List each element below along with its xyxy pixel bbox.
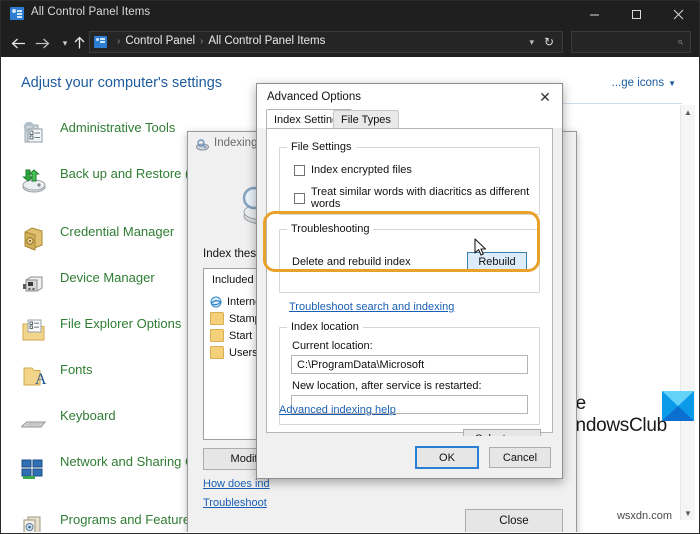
svg-text:A: A bbox=[35, 371, 47, 388]
scroll-down-arrow[interactable]: ▼ bbox=[681, 506, 695, 520]
ok-button[interactable]: OK bbox=[415, 446, 479, 469]
troubleshooting-legend: Troubleshooting bbox=[287, 223, 374, 235]
advanced-indexing-help-link[interactable]: Advanced indexing help bbox=[279, 404, 396, 416]
current-location-label: Current location: bbox=[292, 340, 373, 352]
how-does-indexing-link[interactable]: How does ind bbox=[203, 478, 270, 490]
checkbox-treat-similar-words[interactable]: Treat similar words with diacritics as d… bbox=[294, 186, 539, 210]
checkbox-label: Treat similar words with diacritics as d… bbox=[311, 186, 530, 210]
fonts-icon: A bbox=[20, 363, 50, 391]
checkbox-box-icon[interactable] bbox=[294, 164, 305, 176]
tabstrip: Index Settings File Types bbox=[257, 109, 562, 128]
search-icon: ⌕ bbox=[676, 36, 683, 48]
vertical-scrollbar[interactable]: ▲ ▼ bbox=[680, 105, 695, 520]
windowsclub-logo bbox=[662, 391, 694, 421]
window-title: All Control Panel Items bbox=[31, 6, 151, 18]
programs-features-icon bbox=[20, 513, 50, 532]
breadcrumb-item-0[interactable]: Control Panel bbox=[125, 35, 195, 47]
dialog-title: Advanced Options bbox=[267, 91, 361, 103]
folder-icon bbox=[210, 329, 224, 342]
breadcrumb-chevron-down-icon[interactable]: ▾ bbox=[529, 37, 534, 48]
index-location-legend: Index location bbox=[287, 321, 363, 333]
delete-rebuild-index-label: Delete and rebuild index bbox=[292, 256, 411, 268]
breadcrumb-control-panel-icon bbox=[94, 36, 107, 48]
breadcrumb-sep: › bbox=[117, 36, 121, 47]
caret-down-icon: ▼ bbox=[668, 79, 676, 88]
dialog-footer: OK Cancel bbox=[257, 436, 562, 478]
footer-watermark: wsxdn.com bbox=[616, 510, 672, 522]
breadcrumb: › Control Panel › All Control Panel Items bbox=[112, 35, 325, 47]
new-location-label: New location, after service is restarted… bbox=[292, 380, 482, 392]
network-sharing-icon bbox=[20, 455, 50, 483]
checkbox-label: Index encrypted files bbox=[311, 164, 412, 176]
scroll-up-arrow[interactable]: ▲ bbox=[681, 105, 695, 119]
up-arrow-icon[interactable] bbox=[71, 35, 87, 51]
device-manager-icon bbox=[20, 271, 50, 299]
minimize-icon[interactable] bbox=[573, 1, 615, 27]
index-settings-panel: File Settings Index encrypted files Trea… bbox=[266, 128, 553, 449]
control-panel-icon bbox=[10, 7, 24, 20]
indexing-window-title: Indexing bbox=[214, 137, 258, 149]
view-by-selector[interactable]: ...ge icons ▼ bbox=[612, 77, 676, 89]
backup-restore-icon bbox=[20, 167, 50, 195]
cancel-button[interactable]: Cancel bbox=[489, 447, 551, 468]
current-location-input[interactable]: C:\ProgramData\Microsoft bbox=[291, 355, 528, 374]
internet-explorer-icon bbox=[210, 296, 222, 308]
search-input[interactable]: ⌕ bbox=[571, 31, 691, 53]
advanced-options-titlebar: Advanced Options ✕ bbox=[257, 84, 562, 110]
checkbox-box-icon[interactable] bbox=[294, 192, 305, 204]
close-icon[interactable]: ✕ bbox=[528, 84, 562, 110]
window-titlebar: All Control Panel Items bbox=[1, 1, 699, 27]
folder-icon bbox=[210, 346, 224, 359]
refresh-icon[interactable]: ↻ bbox=[544, 35, 554, 49]
file-settings-legend: File Settings bbox=[287, 141, 356, 153]
indexing-options-icon bbox=[196, 138, 209, 151]
close-icon[interactable] bbox=[657, 1, 699, 27]
breadcrumb-bar[interactable]: › Control Panel › All Control Panel Items ▾… bbox=[89, 31, 563, 53]
tab-file-types[interactable]: File Types bbox=[333, 110, 399, 128]
troubleshoot-link[interactable]: Troubleshoot bbox=[203, 497, 267, 509]
keyboard-icon bbox=[20, 409, 50, 437]
close-button[interactable]: Close bbox=[465, 509, 563, 532]
folder-icon bbox=[210, 312, 224, 325]
forward-arrow-icon[interactable] bbox=[34, 35, 50, 51]
screenshot-root: All Control Panel Items ▾ › Control Pane… bbox=[0, 0, 700, 534]
back-arrow-icon[interactable] bbox=[10, 35, 26, 51]
breadcrumb-item-1[interactable]: All Control Panel Items bbox=[208, 35, 325, 47]
advanced-options-dialog: Advanced Options ✕ Index Settings File T… bbox=[256, 83, 563, 479]
administrative-tools-icon bbox=[20, 121, 50, 149]
troubleshooting-group: Troubleshooting Delete and rebuild index… bbox=[279, 223, 540, 293]
file-settings-group: File Settings Index encrypted files Trea… bbox=[279, 141, 540, 215]
view-by-label: ...ge icons bbox=[611, 77, 665, 89]
window-controls bbox=[573, 1, 699, 27]
address-bar: ▾ › Control Panel › All Control Panel Items… bbox=[1, 27, 699, 57]
file-explorer-options-icon bbox=[20, 317, 50, 345]
list-item-label: Users bbox=[229, 346, 258, 359]
mouse-pointer-icon bbox=[474, 238, 487, 257]
checkbox-index-encrypted-files[interactable]: Index encrypted files bbox=[294, 164, 412, 176]
troubleshoot-search-indexing-link[interactable]: Troubleshoot search and indexing bbox=[289, 301, 454, 313]
page-title: Adjust your computer's settings bbox=[21, 75, 223, 91]
credential-manager-icon bbox=[20, 225, 50, 253]
maximize-icon[interactable] bbox=[615, 1, 657, 27]
breadcrumb-sep: › bbox=[200, 36, 204, 47]
